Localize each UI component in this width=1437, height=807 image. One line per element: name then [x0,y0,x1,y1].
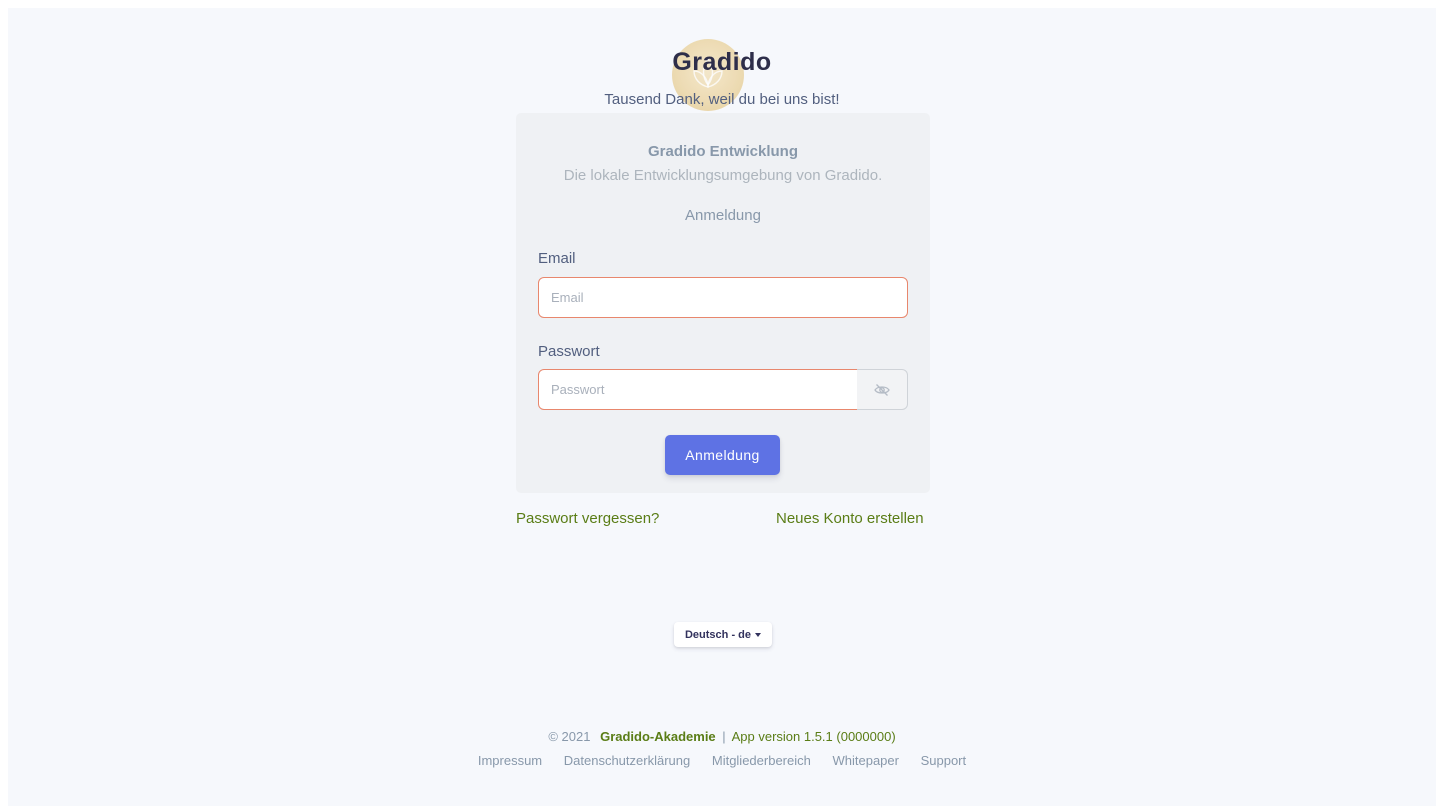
tagline: Tausend Dank, weil du bei uns bist! [604,91,840,108]
language-selected: Deutsch - de [684,628,751,641]
footer-separator: | [722,729,726,744]
app-version-link[interactable]: App version 1.5.1 (0000000) [732,729,896,744]
login-heading: Anmeldung [685,207,761,224]
caret-down-icon [755,632,761,637]
register-link[interactable]: Neues Konto erstellen [776,510,924,527]
login-submit-button[interactable]: Anmeldung [665,435,780,475]
email-label: Email [538,250,576,267]
footer-link-impressum[interactable]: Impressum [478,753,542,768]
footer-link-datenschutz[interactable]: Datenschutzerklärung [564,753,690,768]
header: Gradido [8,38,1436,111]
footer-link-support[interactable]: Support [921,753,967,768]
footer-nav: Impressum Datenschutzerklärung Mitgliede… [8,753,1436,768]
copyright-text: © 2021 [548,729,591,744]
language-switcher[interactable]: Deutsch - de [674,622,772,647]
footer-link-mitgliederbereich[interactable]: Mitgliederbereich [712,753,811,768]
email-field[interactable] [538,277,908,318]
footer-copyright: © 2021 Gradido-Akademie | App version 1.… [8,729,1436,744]
community-name: Gradido Entwicklung [647,143,798,160]
eye-slash-icon [874,383,890,396]
brand-title: Gradido [672,48,772,76]
community-description: Die lokale Entwicklungsumgebung von Grad… [563,167,883,184]
forgot-password-link[interactable]: Passwort vergessen? [516,510,659,527]
password-label: Passwort [538,343,600,360]
company-link[interactable]: Gradido-Akademie [600,729,716,744]
login-card: Gradido Entwicklung Die lokale Entwicklu… [516,113,930,493]
login-page: Gradido Tausend Dank, weil du bei uns bi… [8,8,1436,806]
password-field[interactable] [538,369,859,410]
toggle-password-visibility-button[interactable] [857,369,908,410]
footer-link-whitepaper[interactable]: Whitepaper [832,753,898,768]
